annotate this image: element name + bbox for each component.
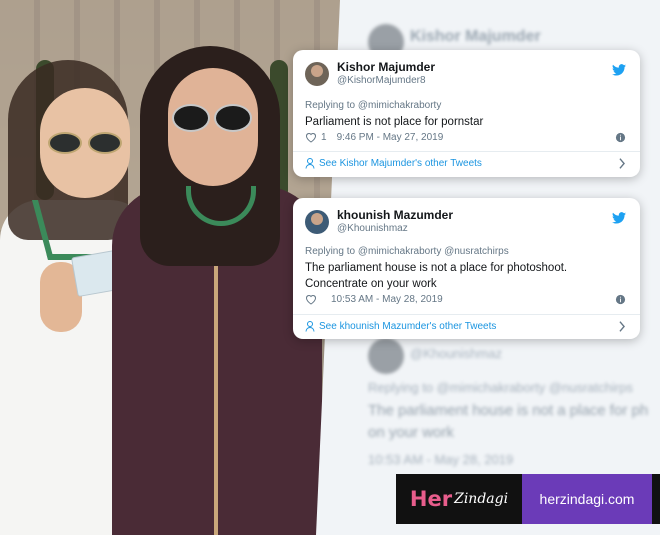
divider	[293, 151, 640, 152]
ghost-replying: Replying to @mimichakraborty @nusratchir…	[368, 380, 633, 395]
divider	[293, 314, 640, 315]
herzindagi-banner[interactable]: Her Zindagi herzindagi.com	[396, 474, 660, 524]
herzindagi-logo[interactable]: Her Zindagi	[396, 474, 522, 524]
replying-prefix: Replying to	[305, 246, 356, 257]
replying-to: Replying to @mimichakraborty @nusratchir…	[305, 246, 509, 257]
tweet-text: Parliament is not place for pornstar	[305, 116, 484, 128]
ghost-handle: @Khounishmaz	[410, 346, 502, 361]
see-other-tweets-link[interactable]: See Kishor Majumder's other Tweets	[305, 158, 626, 169]
person-icon	[305, 158, 315, 169]
tweet-meta: 10:53 AM - May 28, 2019	[305, 294, 626, 305]
tweet-timestamp[interactable]: 9:46 PM - May 27, 2019	[337, 132, 444, 143]
sunglasses	[48, 132, 128, 156]
avatar[interactable]	[305, 209, 329, 234]
tweet-author-name[interactable]: Kishor Majumder	[337, 60, 435, 74]
ghost-name: Kishor Majumder	[410, 28, 541, 45]
avatar[interactable]	[305, 61, 329, 86]
see-other-tweets-link[interactable]: See khounish Mazumder's other Tweets	[305, 321, 626, 332]
site-url[interactable]: herzindagi.com	[522, 474, 652, 524]
twitter-bird-icon[interactable]	[612, 64, 626, 76]
info-icon[interactable]	[615, 294, 626, 305]
twitter-bird-icon[interactable]	[612, 212, 626, 224]
see-other-tweets-label[interactable]: See Kishor Majumder's other Tweets	[319, 158, 482, 169]
photo-two-women	[0, 0, 340, 535]
tweet-card[interactable]: Kishor Majumder @KishorMajumder8 Replyin…	[293, 50, 640, 177]
ghost-time: 10:53 AM - May 28, 2019	[368, 452, 514, 467]
mention-link[interactable]: @mimichakraborty @nusratchirps	[358, 246, 509, 257]
replying-prefix: Replying to	[305, 100, 356, 111]
tweet-meta: 1 9:46 PM - May 27, 2019	[305, 132, 626, 143]
tweet-author-handle[interactable]: @KishorMajumder8	[337, 74, 435, 87]
person-icon	[305, 321, 315, 332]
info-icon[interactable]	[615, 132, 626, 143]
ghost-text: on your work	[368, 424, 454, 441]
heart-icon[interactable]	[305, 294, 317, 305]
logo-zindagi: Zindagi	[454, 491, 509, 507]
chevron-right-icon[interactable]	[618, 158, 626, 169]
see-other-tweets-label[interactable]: See khounish Mazumder's other Tweets	[319, 321, 496, 332]
tweet-author-name[interactable]: khounish Mazumder	[337, 208, 453, 222]
chevron-right-icon[interactable]	[618, 321, 626, 332]
sunglasses	[172, 104, 262, 134]
logo-her: Her	[409, 487, 453, 511]
tweet-text: The parliament house is not a place for …	[305, 262, 568, 290]
replying-to: Replying to @mimichakraborty	[305, 100, 441, 111]
ghost-text: The parliament house is not a place for …	[368, 402, 649, 419]
banner-edge	[652, 474, 660, 524]
tweet-timestamp[interactable]: 10:53 AM - May 28, 2019	[331, 294, 443, 305]
ghost-avatar	[368, 338, 404, 374]
tweet-card[interactable]: khounish Mazumder @Khounishmaz Replying …	[293, 198, 640, 339]
like-count: 1	[321, 132, 327, 143]
heart-icon[interactable]	[305, 132, 317, 143]
tweet-author-handle[interactable]: @Khounishmaz	[337, 222, 453, 235]
mention-link[interactable]: @mimichakraborty	[358, 100, 442, 111]
